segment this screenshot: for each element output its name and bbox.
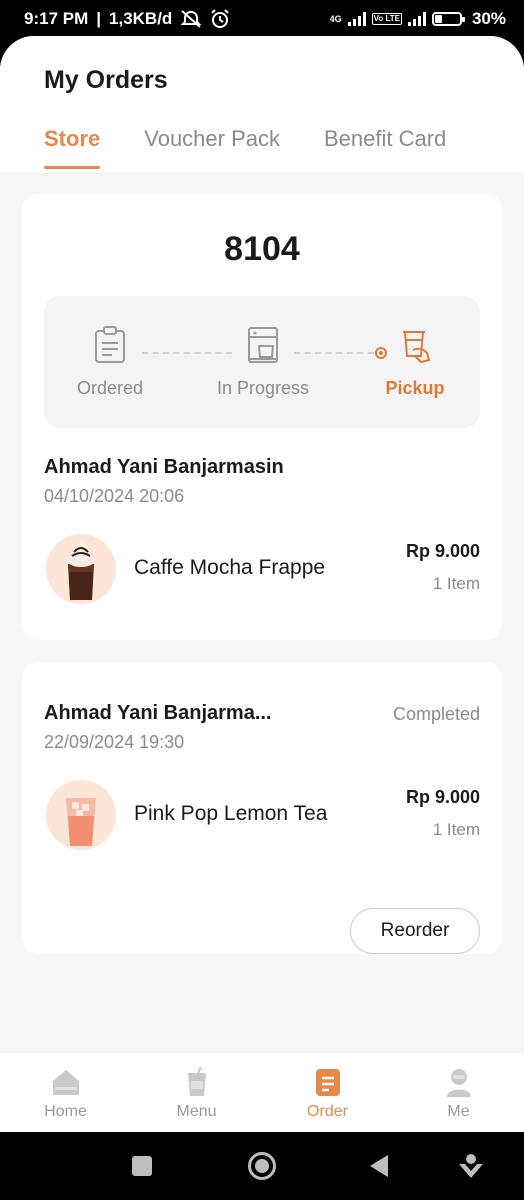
alarm-icon [211, 9, 230, 28]
product-thumbnail [46, 534, 116, 604]
past-order-card[interactable]: Ahmad Yani Banjarma... Completed 22/09/2… [22, 662, 502, 954]
order-datetime: 22/09/2024 19:30 [44, 732, 185, 752]
product-qty: 1 Item [432, 574, 480, 593]
tab-benefit-card[interactable]: Benefit Card [324, 126, 446, 170]
home-button[interactable] [248, 1152, 276, 1180]
product-qty: 1 Item [432, 820, 480, 839]
product-price: Rp 9.000 [405, 787, 480, 807]
step-label: Pickup [385, 378, 445, 398]
system-navigation-bar [0, 1132, 524, 1200]
nav-order[interactable]: Order [262, 1053, 393, 1132]
clipboard-icon [95, 326, 125, 363]
assistant-icon[interactable] [458, 1152, 484, 1180]
signal-icon [347, 12, 366, 26]
cup-icon [187, 1067, 206, 1096]
page-title: My Orders [44, 66, 168, 94]
order-progress: Ordered In Progress Pickup [44, 296, 480, 428]
product-name: Pink Pop Lemon Tea [134, 802, 328, 825]
order-list-icon [315, 1069, 340, 1096]
nav-label: Order [307, 1103, 348, 1120]
order-tabs: Store Voucher Pack Benefit Card [44, 126, 446, 170]
order-datetime: 04/10/2024 20:06 [44, 486, 185, 506]
nav-label: Menu [176, 1103, 217, 1120]
nav-menu[interactable]: Menu [131, 1053, 262, 1132]
order-status: Completed [392, 704, 480, 724]
volte-badge: Vo LTE [371, 13, 402, 25]
coffee-machine-icon [248, 327, 278, 363]
nav-label: Me [447, 1103, 470, 1120]
nav-label: Home [44, 1103, 87, 1120]
battery-percent: 30% [471, 9, 506, 28]
network-speed: 1,3KB/d [109, 9, 173, 28]
mute-icon [180, 10, 202, 28]
bottom-navigation: Home Menu Order Me [0, 1052, 524, 1132]
nav-home[interactable]: Home [0, 1053, 131, 1132]
product-thumbnail [46, 780, 116, 850]
order-number: 8104 [224, 230, 300, 268]
mocha-frappe-image [46, 534, 116, 604]
clock: 9:17 PM [24, 9, 89, 28]
recents-button[interactable] [132, 1156, 152, 1176]
tab-voucher-pack[interactable]: Voucher Pack [144, 126, 280, 170]
header: My Orders Store Voucher Pack Benefit Car… [0, 36, 524, 172]
profile-icon [446, 1069, 471, 1097]
pickup-cup-hand-icon [403, 331, 431, 364]
tab-store[interactable]: Store [44, 126, 101, 170]
signal-icon-2 [407, 12, 426, 26]
phone-screen: 9:17 PM | 1,3KB/d 4G Vo LTE 30% My Order [0, 0, 524, 1200]
battery-icon [431, 12, 465, 26]
product-name: Caffe Mocha Frappe [134, 556, 326, 579]
product-price: Rp 9.000 [405, 541, 480, 561]
step-label: Ordered [76, 378, 144, 398]
network-type: 4G [329, 13, 342, 24]
home-icon [52, 1070, 79, 1095]
step-label: In Progress [216, 378, 310, 398]
nav-me[interactable]: Me [393, 1053, 524, 1132]
store-name: Ahmad Yani Banjarmasin [44, 456, 284, 478]
reorder-button[interactable]: Reorder [350, 908, 480, 954]
status-bar: 9:17 PM | 1,3KB/d 4G Vo LTE 30% [0, 0, 524, 38]
current-step-dot [375, 347, 387, 359]
pink-lemon-tea-image [46, 780, 116, 850]
separator: | [96, 9, 102, 28]
active-order-card[interactable]: 8104 Ordered In Progress Pickup Ahmad Ya… [22, 194, 502, 640]
progress-connector [142, 352, 232, 354]
back-button[interactable] [370, 1155, 388, 1177]
store-name: Ahmad Yani Banjarma... [44, 702, 272, 724]
app-container: My Orders Store Voucher Pack Benefit Car… [0, 36, 524, 1132]
progress-connector [294, 352, 374, 354]
